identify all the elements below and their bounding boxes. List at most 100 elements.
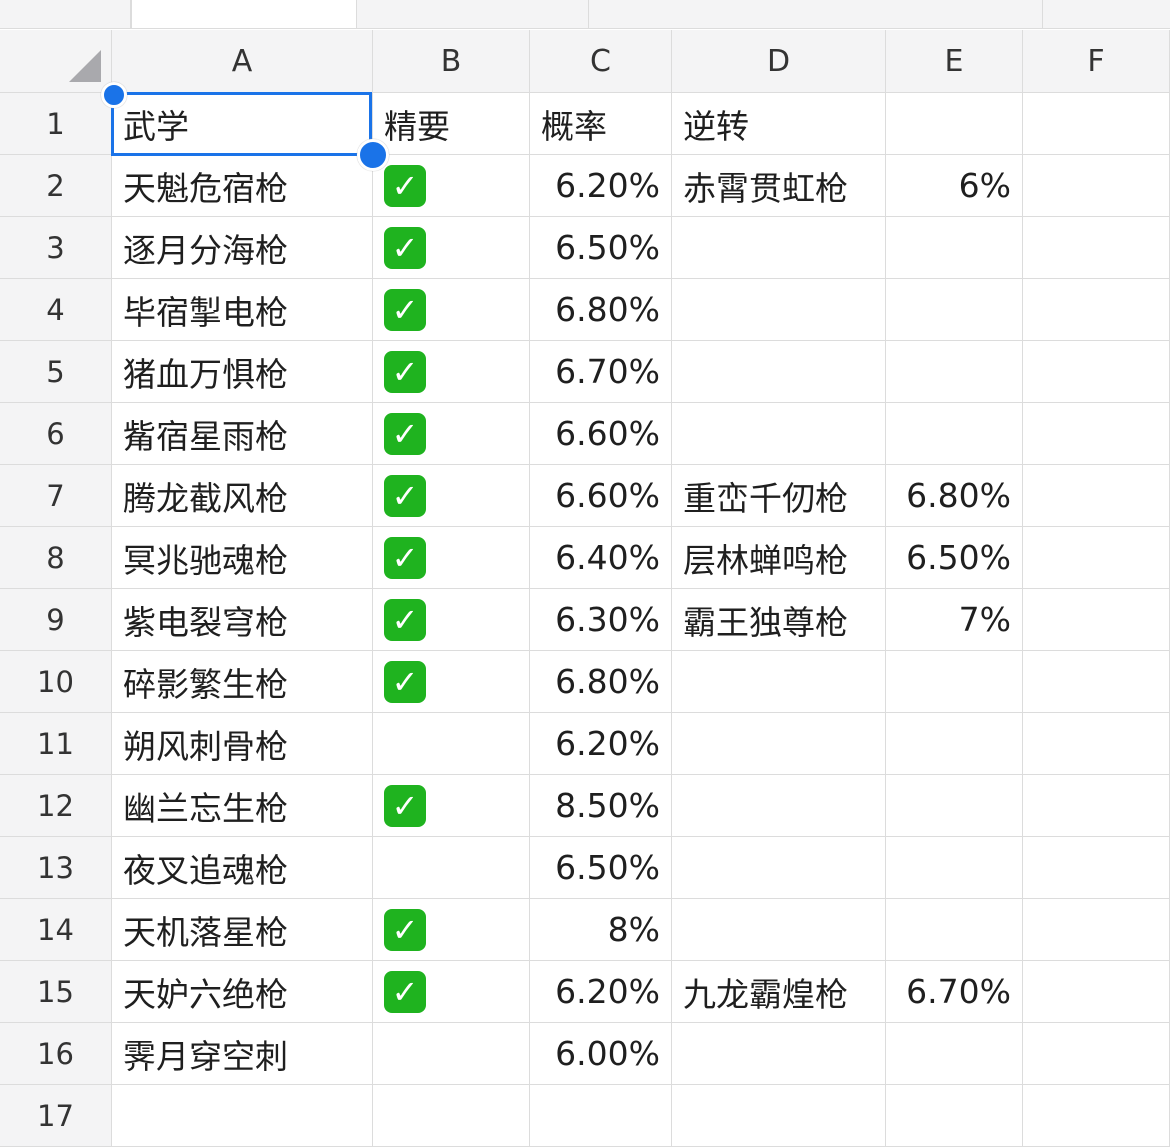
cell-a-14[interactable]: 天机落星枪 <box>112 899 373 961</box>
row-header[interactable]: 2 <box>0 155 112 217</box>
column-header-f[interactable]: F <box>1023 30 1170 93</box>
row-header[interactable]: 12 <box>0 775 112 837</box>
cell-a-9[interactable]: 紫电裂穹枪 <box>112 589 373 651</box>
row-header[interactable]: 4 <box>0 279 112 341</box>
cell-b-14[interactable]: ✓ <box>373 899 530 961</box>
cell-d-13[interactable] <box>672 837 886 899</box>
cell-b-6[interactable]: ✓ <box>373 403 530 465</box>
cell-e-5[interactable] <box>886 341 1023 403</box>
cell-e-10[interactable] <box>886 651 1023 713</box>
column-header-c[interactable]: C <box>530 30 672 93</box>
cell-d-2[interactable]: 赤霄贯虹枪 <box>672 155 886 217</box>
cell-d-9[interactable]: 霸王独尊枪 <box>672 589 886 651</box>
row-header[interactable]: 1 <box>0 93 112 155</box>
cell-b-4[interactable]: ✓ <box>373 279 530 341</box>
cell-c-2[interactable]: 6.20% <box>530 155 672 217</box>
cell-e-16[interactable] <box>886 1023 1023 1085</box>
cell-d-17[interactable] <box>672 1085 886 1147</box>
cell-e-14[interactable] <box>886 899 1023 961</box>
cell-a-6[interactable]: 觜宿星雨枪 <box>112 403 373 465</box>
cell-c-17[interactable] <box>530 1085 672 1147</box>
row-header[interactable]: 14 <box>0 899 112 961</box>
cell-f-14[interactable] <box>1023 899 1170 961</box>
cell-b-12[interactable]: ✓ <box>373 775 530 837</box>
cell-b-17[interactable] <box>373 1085 530 1147</box>
row-header[interactable]: 16 <box>0 1023 112 1085</box>
cell-d-4[interactable] <box>672 279 886 341</box>
cell-c-16[interactable]: 6.00% <box>530 1023 672 1085</box>
cell-f-2[interactable] <box>1023 155 1170 217</box>
cell-e-3[interactable] <box>886 217 1023 279</box>
cell-f-12[interactable] <box>1023 775 1170 837</box>
cell-f-3[interactable] <box>1023 217 1170 279</box>
row-header[interactable]: 9 <box>0 589 112 651</box>
sheet-tab[interactable] <box>588 0 1043 28</box>
column-header-e[interactable]: E <box>886 30 1023 93</box>
cell-f-8[interactable] <box>1023 527 1170 589</box>
cell-d-5[interactable] <box>672 341 886 403</box>
cell-f-9[interactable] <box>1023 589 1170 651</box>
row-header[interactable]: 8 <box>0 527 112 589</box>
sheet-tab[interactable] <box>356 0 589 28</box>
cell-e-7[interactable]: 6.80% <box>886 465 1023 527</box>
row-header[interactable]: 6 <box>0 403 112 465</box>
cell-f-7[interactable] <box>1023 465 1170 527</box>
cell-f-5[interactable] <box>1023 341 1170 403</box>
cell-f-11[interactable] <box>1023 713 1170 775</box>
cell-e-4[interactable] <box>886 279 1023 341</box>
cell-f-10[interactable] <box>1023 651 1170 713</box>
cell-e-17[interactable] <box>886 1085 1023 1147</box>
cell-a-10[interactable]: 碎影繁生枪 <box>112 651 373 713</box>
cell-c-14[interactable]: 8% <box>530 899 672 961</box>
cell-a-17[interactable] <box>112 1085 373 1147</box>
cell-c-15[interactable]: 6.20% <box>530 961 672 1023</box>
cell-d-10[interactable] <box>672 651 886 713</box>
cell-c-11[interactable]: 6.20% <box>530 713 672 775</box>
cell-e-6[interactable] <box>886 403 1023 465</box>
cell-e-12[interactable] <box>886 775 1023 837</box>
cell-e-13[interactable] <box>886 837 1023 899</box>
row-header[interactable]: 5 <box>0 341 112 403</box>
cell-a-13[interactable]: 夜叉追魂枪 <box>112 837 373 899</box>
row-header[interactable]: 17 <box>0 1085 112 1147</box>
cell-d-15[interactable]: 九龙霸煌枪 <box>672 961 886 1023</box>
cell-c-8[interactable]: 6.40% <box>530 527 672 589</box>
cell-d-8[interactable]: 层林蝉鸣枪 <box>672 527 886 589</box>
column-header-a[interactable]: A <box>112 30 373 93</box>
cell-a-11[interactable]: 朔风刺骨枪 <box>112 713 373 775</box>
row-header[interactable]: 11 <box>0 713 112 775</box>
column-header-b[interactable]: B <box>373 30 530 93</box>
selection-handle-bottom-right[interactable] <box>357 139 389 171</box>
cell-a-4[interactable]: 毕宿掣电枪 <box>112 279 373 341</box>
cell-d-16[interactable] <box>672 1023 886 1085</box>
cell-c-1[interactable]: 概率 <box>530 93 672 155</box>
cell-c-6[interactable]: 6.60% <box>530 403 672 465</box>
cell-f-17[interactable] <box>1023 1085 1170 1147</box>
cell-f-4[interactable] <box>1023 279 1170 341</box>
select-all-corner[interactable] <box>0 30 112 93</box>
cell-b-13[interactable] <box>373 837 530 899</box>
cell-d-7[interactable]: 重峦千仞枪 <box>672 465 886 527</box>
cell-d-6[interactable] <box>672 403 886 465</box>
row-header[interactable]: 10 <box>0 651 112 713</box>
cell-c-5[interactable]: 6.70% <box>530 341 672 403</box>
cell-e-15[interactable]: 6.70% <box>886 961 1023 1023</box>
cell-c-4[interactable]: 6.80% <box>530 279 672 341</box>
cell-b-15[interactable]: ✓ <box>373 961 530 1023</box>
row-header[interactable]: 13 <box>0 837 112 899</box>
cell-b-3[interactable]: ✓ <box>373 217 530 279</box>
cell-c-7[interactable]: 6.60% <box>530 465 672 527</box>
cell-a-5[interactable]: 猪血万惧枪 <box>112 341 373 403</box>
cell-c-3[interactable]: 6.50% <box>530 217 672 279</box>
cell-d-11[interactable] <box>672 713 886 775</box>
column-header-d[interactable]: D <box>672 30 886 93</box>
cell-a-8[interactable]: 冥兆驰魂枪 <box>112 527 373 589</box>
cell-b-16[interactable] <box>373 1023 530 1085</box>
cell-f-1[interactable] <box>1023 93 1170 155</box>
cell-e-11[interactable] <box>886 713 1023 775</box>
cell-b-11[interactable] <box>373 713 530 775</box>
cell-b-1[interactable]: 精要 <box>373 93 530 155</box>
selection-handle-top-left[interactable] <box>101 82 127 108</box>
cell-c-12[interactable]: 8.50% <box>530 775 672 837</box>
sheet-tab[interactable] <box>1042 0 1170 28</box>
